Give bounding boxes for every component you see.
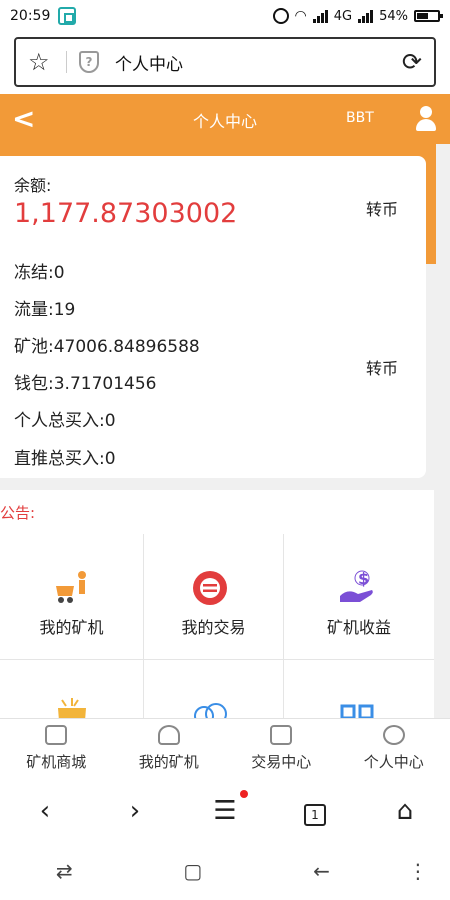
browser-menu-icon[interactable]: ☰ — [180, 790, 270, 826]
miner-cart-icon — [56, 571, 86, 603]
grid-label: 我的交易 — [181, 618, 246, 637]
income-hand-icon: $ — [340, 570, 373, 602]
status-icons: ◠ 4G 54% — [272, 8, 443, 24]
home-icon[interactable]: ⌂ — [360, 796, 450, 826]
signal-icon — [312, 9, 328, 23]
grid-label: 矿机收益 — [326, 618, 391, 637]
balance-amount: 1,177.87303002 — [14, 198, 238, 229]
tab-label: 交易中心 — [251, 753, 312, 771]
wifi-icon: ◠ — [294, 8, 307, 24]
address-box[interactable]: ☆ ? 个人中心 ⟳ — [14, 37, 436, 87]
user-icon[interactable] — [414, 106, 438, 132]
cloud-icon — [194, 703, 227, 718]
bookmark-star-icon[interactable]: ☆ — [28, 48, 60, 76]
clock: 20:59 — [10, 8, 51, 24]
transfer-button[interactable]: 转币 — [366, 196, 398, 220]
browser-forward-icon[interactable]: › — [90, 796, 180, 826]
mining-pool-row: 矿池:47006.84896588 — [14, 337, 200, 357]
frozen-row: 冻结:0 — [14, 263, 65, 283]
notice-label: 公告: — [0, 504, 36, 522]
page-title[interactable]: 个人中心 — [115, 50, 183, 75]
grid-item-miner-income[interactable]: $ 矿机收益 — [284, 534, 434, 660]
grid-item-my-trade[interactable]: 我的交易 — [144, 534, 284, 660]
more-icon[interactable]: ⋮ — [386, 859, 450, 883]
qr-code-icon — [340, 704, 374, 718]
trade-icon — [193, 571, 227, 605]
back-icon[interactable]: ← — [257, 859, 386, 883]
flow-row: 流量:19 — [14, 300, 76, 320]
browser-toolbar: ‹ › ☰ 1 ⌂ — [0, 780, 450, 842]
balance-label: 余额: — [14, 176, 52, 195]
wallet-row: 钱包:3.71701456 — [14, 374, 157, 394]
personal-total-buy-row: 个人总买入:0 — [14, 411, 116, 431]
divider — [66, 51, 67, 73]
app-tab-bar: 矿机商城 我的矿机 交易中心 个人中心 — [0, 718, 450, 780]
scan-icon — [58, 7, 77, 25]
bbt-link[interactable]: BBT — [346, 110, 374, 126]
network-type: 4G — [333, 8, 353, 24]
tab-label: 我的矿机 — [138, 753, 199, 771]
reload-icon[interactable]: ⟳ — [402, 48, 422, 76]
miner-icon — [157, 725, 180, 745]
balance-card: 余额: 1,177.87303002 转币 冻结:0 流量:19 矿池:4700… — [0, 156, 426, 478]
tab-my-miner[interactable]: 我的矿机 — [113, 719, 226, 780]
transfer-button-2[interactable]: 转币 — [366, 355, 398, 379]
store-icon — [45, 725, 68, 745]
battery-icon — [414, 10, 443, 22]
grid-label: 我的矿机 — [39, 618, 104, 637]
app-header: < 个人中心 BBT — [0, 94, 450, 144]
grid-item-5[interactable] — [144, 660, 284, 718]
security-shield-icon[interactable]: ? — [79, 51, 99, 73]
alarm-icon — [272, 8, 289, 24]
grid-item-4[interactable] — [0, 660, 144, 718]
gift-icon — [58, 698, 86, 718]
notification-dot — [240, 790, 248, 798]
notice-bar: 公告: — [0, 490, 434, 534]
function-grid: 我的矿机 我的交易 $ 矿机收益 — [0, 534, 434, 718]
system-nav-bar: ⇄ ▢ ← ⋮ — [0, 842, 450, 900]
browser-url-bar: ☆ ? 个人中心 ⟳ — [0, 32, 450, 94]
tab-label: 矿机商城 — [26, 753, 87, 771]
switch-icon[interactable]: ⇄ — [0, 859, 129, 883]
tab-miner-mall[interactable]: 矿机商城 — [0, 719, 113, 780]
header-title: 个人中心 — [192, 112, 257, 131]
grid-item-my-miner[interactable]: 我的矿机 — [0, 534, 144, 660]
tab-label: 个人中心 — [363, 753, 424, 771]
bag-icon — [270, 725, 293, 745]
status-bar: 20:59 ◠ 4G 54% — [0, 0, 450, 32]
recents-icon[interactable]: ▢ — [129, 859, 258, 883]
direct-total-buy-row: 直推总买入:0 — [14, 449, 116, 469]
battery-percent: 54% — [379, 8, 408, 24]
grid-item-6[interactable] — [284, 660, 434, 718]
browser-back-icon[interactable]: ‹ — [0, 796, 90, 826]
person-icon — [382, 725, 405, 745]
tab-trade-center[interactable]: 交易中心 — [225, 719, 338, 780]
tab-personal-center[interactable]: 个人中心 — [338, 719, 450, 780]
signal-icon-2 — [358, 9, 374, 23]
tabs-button[interactable]: 1 — [270, 796, 360, 826]
